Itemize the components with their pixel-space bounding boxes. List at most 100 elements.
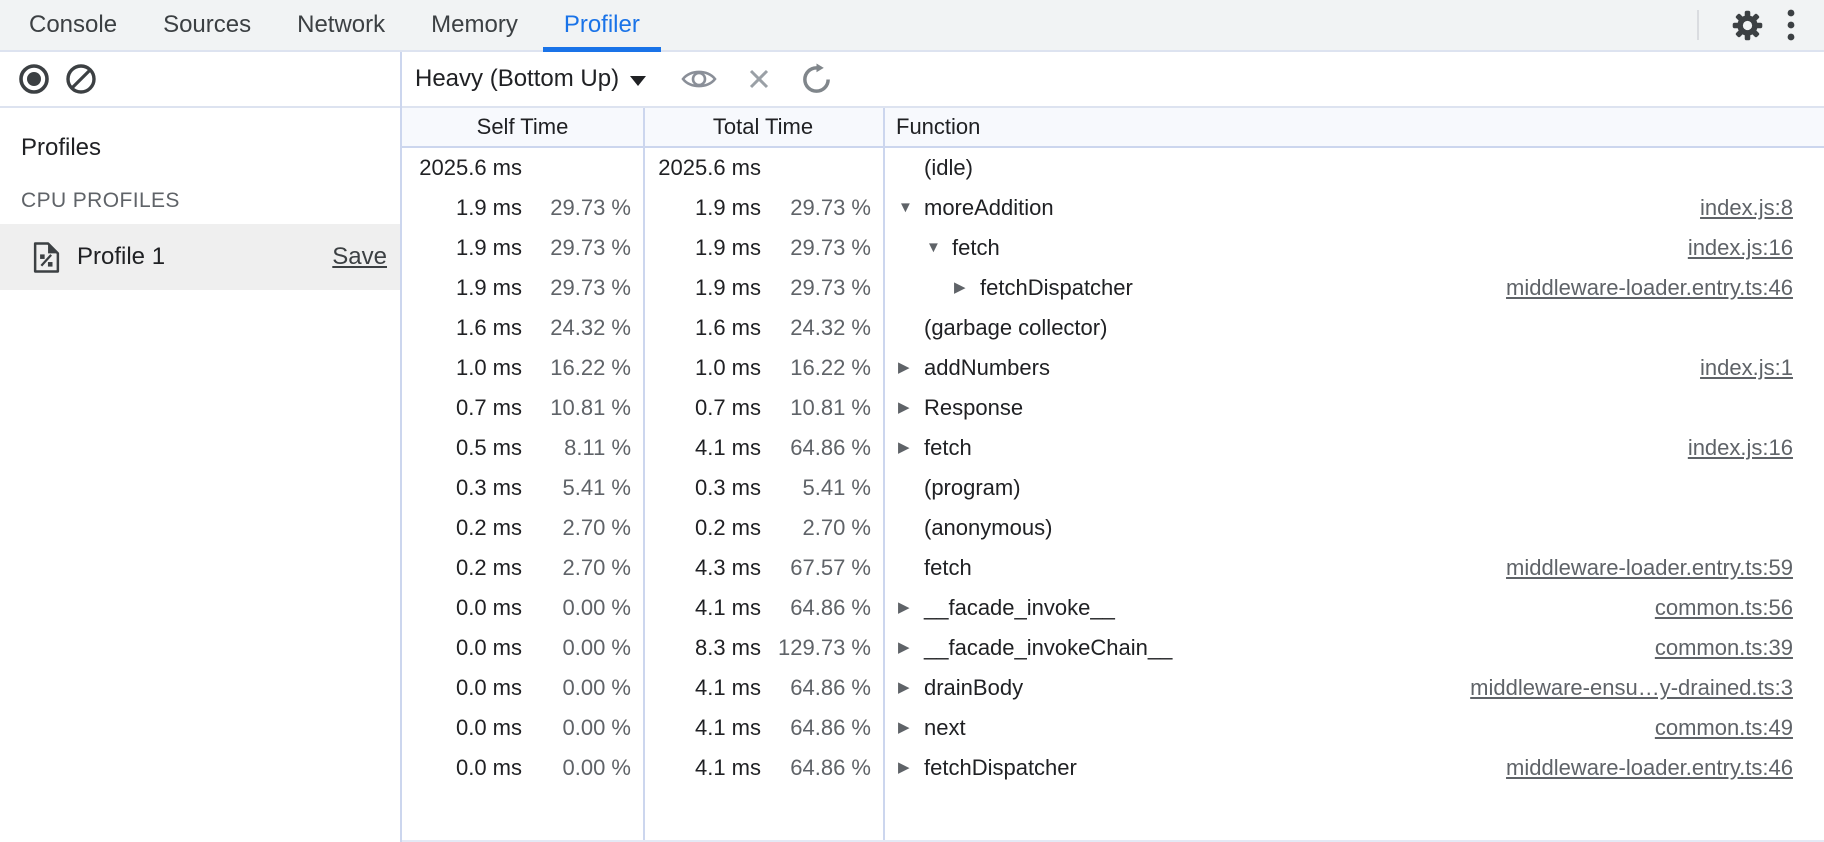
table-row[interactable]: 1.9 ms 29.73 % 1.9 ms 29.73 % ▼ moreAddi… [402,188,1824,228]
function-cell: ▶ Response [883,388,1824,428]
source-link[interactable]: middleware-loader.entry.ts:59 [1506,555,1824,581]
self-time-cell: 0.3 ms 5.41 % [402,475,643,501]
expand-arrow-icon[interactable]: ▶ [954,268,980,308]
total-time-cell: 4.3 ms 67.57 % [643,555,883,581]
tab-sources[interactable]: Sources [140,0,274,50]
table-row[interactable]: 0.0 ms 0.00 % 4.1 ms 64.86 % ▶ __facade_… [402,588,1824,628]
function-cell: ▶ addNumbers index.js:1 [883,348,1824,388]
table-row[interactable]: 0.0 ms 0.00 % 4.1 ms 64.86 % ▶ fetchDisp… [402,748,1824,788]
source-link[interactable]: common.ts:49 [1655,715,1824,741]
column-header-function[interactable]: Function [883,114,1824,140]
self-time-cell: 2025.6 ms [402,155,643,181]
source-link[interactable]: common.ts:56 [1655,595,1824,621]
table-row[interactable]: 0.2 ms 2.70 % 4.3 ms 67.57 % fetch middl… [402,548,1824,588]
table-row[interactable]: 0.3 ms 5.41 % 0.3 ms 5.41 % (program) [402,468,1824,508]
sidebar-heading: Profiles [21,134,400,162]
total-time-value: 4.1 ms [643,435,761,461]
profile-list-item[interactable]: Profile 1 Save [0,224,400,290]
column-header-total-time[interactable]: Total Time [643,114,883,140]
column-divider[interactable] [883,108,885,840]
total-time-cell: 1.0 ms 16.22 % [643,355,883,381]
source-link[interactable]: common.ts:39 [1655,635,1824,661]
self-time-value: 1.0 ms [402,355,522,381]
source-link[interactable]: middleware-ensu…y-drained.ts:3 [1470,675,1824,701]
table-row[interactable]: 0.0 ms 0.00 % 8.3 ms 129.73 % ▶ __facade… [402,628,1824,668]
expand-arrow-icon[interactable]: ▶ [898,748,924,788]
tab-console[interactable]: Console [6,0,140,50]
total-time-cell: 4.1 ms 64.86 % [643,595,883,621]
expand-arrow-icon[interactable]: ▶ [898,348,924,388]
total-time-percent: 29.73 % [761,235,883,261]
profile-data-grid: Self Time Total Time Function 2025.6 ms … [402,108,1824,842]
self-time-cell: 0.0 ms 0.00 % [402,635,643,661]
source-link[interactable]: middleware-loader.entry.ts:46 [1506,755,1824,781]
total-time-percent: 5.41 % [761,475,883,501]
function-name: (anonymous) [924,515,1052,541]
table-row[interactable]: 0.7 ms 10.81 % 0.7 ms 10.81 % ▶ Response [402,388,1824,428]
table-row[interactable]: 0.5 ms 8.11 % 4.1 ms 64.86 % ▶ fetch ind… [402,428,1824,468]
table-row[interactable]: 2025.6 ms 2025.6 ms (idle) [402,148,1824,188]
function-cell: ▶ __facade_invoke__ common.ts:56 [883,588,1824,628]
self-time-percent: 10.81 % [522,395,643,421]
expand-arrow-icon[interactable]: ▶ [898,708,924,748]
function-name: moreAddition [924,195,1054,221]
source-link[interactable]: index.js:16 [1688,435,1824,461]
indent-spacer [898,288,954,289]
focus-selected-button[interactable] [680,66,718,92]
table-row[interactable]: 1.9 ms 29.73 % 1.9 ms 29.73 % ▼ fetch in… [402,228,1824,268]
devtools-window: Console Sources Network Memory Profiler [0,0,1824,842]
expand-arrow-icon[interactable]: ▶ [898,668,924,708]
source-link[interactable]: middleware-loader.entry.ts:46 [1506,275,1824,301]
function-cell: ▶ next common.ts:49 [883,708,1824,748]
function-cell: ▼ fetch index.js:16 [883,228,1824,268]
settings-button[interactable] [1729,7,1766,44]
column-divider[interactable] [643,108,645,840]
panel-tabs: Console Sources Network Memory Profiler [6,0,663,50]
tab-profiler[interactable]: Profiler [541,0,663,50]
total-time-cell: 1.6 ms 24.32 % [643,315,883,341]
function-name: next [924,715,966,741]
table-row[interactable]: 1.9 ms 29.73 % 1.9 ms 29.73 % ▶ fetchDis… [402,268,1824,308]
expand-arrow-icon[interactable]: ▼ [898,188,924,228]
function-cell: (anonymous) [883,515,1824,541]
total-time-percent: 64.86 % [761,715,883,741]
clear-button[interactable] [64,62,98,96]
close-icon [744,64,774,94]
self-time-cell: 0.0 ms 0.00 % [402,715,643,741]
table-row[interactable]: 0.2 ms 2.70 % 0.2 ms 2.70 % (anonymous) [402,508,1824,548]
tab-network[interactable]: Network [274,0,408,50]
function-name: fetchDispatcher [924,755,1077,781]
record-button[interactable] [17,62,51,96]
indent-spacer [898,248,926,249]
table-row[interactable]: 1.0 ms 16.22 % 1.0 ms 16.22 % ▶ addNumbe… [402,348,1824,388]
expand-arrow-icon[interactable]: ▶ [898,628,924,668]
function-name: __facade_invokeChain__ [924,635,1172,661]
clear-icon [64,62,98,96]
expand-arrow-icon[interactable]: ▼ [926,228,952,268]
expand-arrow-icon[interactable]: ▶ [898,428,924,468]
self-time-percent: 0.00 % [522,675,643,701]
function-name: fetchDispatcher [980,275,1133,301]
more-options-button[interactable] [1786,8,1796,42]
view-mode-dropdown[interactable]: Heavy (Bottom Up) [415,65,646,93]
table-row[interactable]: 0.0 ms 0.00 % 4.1 ms 64.86 % ▶ drainBody… [402,668,1824,708]
source-link[interactable]: index.js:1 [1700,355,1824,381]
expand-arrow-icon[interactable]: ▶ [898,388,924,428]
function-name: addNumbers [924,355,1050,381]
restore-all-button[interactable] [800,63,833,96]
save-profile-link[interactable]: Save [332,243,387,271]
table-row[interactable]: 1.6 ms 24.32 % 1.6 ms 24.32 % (garbage c… [402,308,1824,348]
self-time-cell: 0.0 ms 0.00 % [402,675,643,701]
exclude-selected-button[interactable] [744,64,774,94]
grid-header-row: Self Time Total Time Function [402,108,1824,148]
source-link[interactable]: index.js:8 [1700,195,1824,221]
tab-memory[interactable]: Memory [408,0,541,50]
table-row[interactable]: 0.0 ms 0.00 % 4.1 ms 64.86 % ▶ next comm… [402,708,1824,748]
self-time-cell: 1.9 ms 29.73 % [402,195,643,221]
view-mode-label: Heavy (Bottom Up) [415,65,619,93]
self-time-value: 0.0 ms [402,675,522,701]
total-time-cell: 0.3 ms 5.41 % [643,475,883,501]
expand-arrow-icon[interactable]: ▶ [898,588,924,628]
source-link[interactable]: index.js:16 [1688,235,1824,261]
column-header-self-time[interactable]: Self Time [402,114,643,140]
